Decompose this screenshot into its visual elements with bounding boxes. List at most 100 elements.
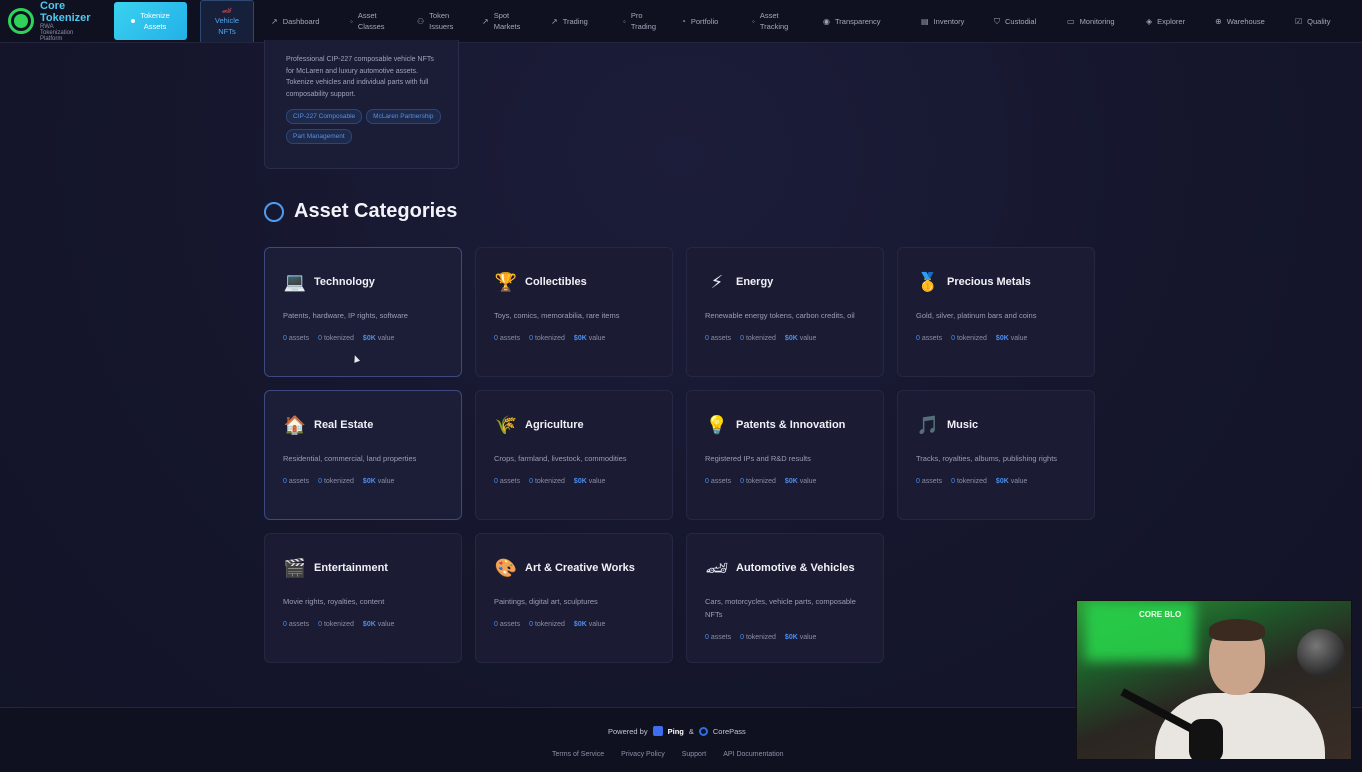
card-stats: 0 assets 0 tokenized $0K value [494, 478, 654, 485]
stat-tokenized: 0 tokenized [951, 335, 987, 342]
footer-link-support[interactable]: Support [682, 751, 707, 758]
card-description: Residential, commercial, land properties [283, 454, 417, 463]
car-icon: 🏎 [221, 5, 233, 15]
card-stats: 0 assets 0 tokenized $0K value [283, 335, 443, 342]
nav-item-explorer[interactable]: ◈ Explorer [1146, 0, 1215, 42]
stat-assets: 0 assets [494, 621, 521, 628]
chart-line-icon: ↗ [271, 16, 278, 26]
card-header: 🏆 Collectibles [494, 272, 654, 292]
nav-item-inventory[interactable]: ▤ Inventory [921, 0, 994, 42]
category-card-music[interactable]: 🎵 Music Tracks, royalties, albums, publish… [897, 390, 1095, 520]
category-card-technology[interactable]: 💻 Technology Patents, hardware, IP rights,… [264, 247, 462, 377]
webcam-sign-text: CORE BLO [1139, 610, 1182, 619]
card-title: Precious Metals [947, 276, 1031, 288]
stat-assets: 0 assets [283, 335, 310, 342]
nav-item-label: Asset Classes [357, 11, 385, 31]
category-card-collectibles[interactable]: 🏆 Collectibles Toys, comics, memorabilia, … [475, 247, 673, 377]
stat-value: $0K value [784, 335, 817, 342]
footer-link-terms-of-service[interactable]: Terms of Service [552, 751, 604, 758]
webcam-person-hair [1209, 619, 1265, 641]
stat-value: $0K value [995, 478, 1028, 485]
card-header: 🎵 Music [916, 415, 1076, 435]
vehicle-tag: McLaren Partnership [366, 109, 441, 124]
category-card-real-estate[interactable]: 🏠 Real Estate Residential, commercial, lan… [264, 390, 462, 520]
category-card-automotive-vehicles[interactable]: 🏎 Automotive & Vehicles Cars, motorcycles,… [686, 533, 884, 663]
brand-name-line1: Core [40, 0, 66, 12]
nav-item-asset-tracking[interactable]: ◦ Asset Tracking [752, 0, 823, 42]
stat-tokenized: 0 tokenized [318, 478, 354, 485]
footer-link-privacy-policy[interactable]: Privacy Policy [621, 751, 665, 758]
category-card-patents-innovation[interactable]: 💡 Patents & Innovation Registered IPs and … [686, 390, 884, 520]
category-card-agriculture[interactable]: 🌾 Agriculture Crops, farmland, livestock, … [475, 390, 673, 520]
check-icon: ☑ [1295, 16, 1303, 26]
category-card-entertainment[interactable]: 🎬 Entertainment Movie rights, royalties, c… [264, 533, 462, 663]
core-logo-icon [8, 8, 34, 34]
stat-assets: 0 assets [705, 634, 732, 641]
nav-item-label: Transparency [834, 16, 881, 26]
nav-item-warehouse[interactable]: ⊕ Warehouse [1215, 0, 1295, 42]
card-stats: 0 assets 0 tokenized $0K value [916, 478, 1076, 485]
stat-value: $0K value [362, 621, 395, 628]
card-stats: 0 assets 0 tokenized $0K value [705, 634, 865, 641]
nav-item-label: Pro Trading [630, 11, 656, 31]
eye-icon: ◉ [823, 16, 830, 26]
partner-ping[interactable]: Ping [668, 727, 684, 736]
stat-assets: 0 assets [283, 478, 310, 485]
nav-item-token-issuers[interactable]: ⚇ Token Issuers [417, 0, 482, 42]
trophy-icon: 🏆 [494, 272, 518, 292]
wheat-icon: 🌾 [494, 415, 518, 435]
partner-corepass[interactable]: CorePass [713, 727, 746, 736]
brand-sub-line3: Platform [40, 36, 63, 42]
tab-vehicle-nfts[interactable]: 🏎 Vehicle NFTs [200, 0, 254, 42]
card-stats: 0 assets 0 tokenized $0K value [494, 335, 654, 342]
nav-item-trading[interactable]: ↗ Trading [551, 0, 623, 42]
card-header: ⚡ Energy [705, 272, 865, 292]
category-card-precious-metals[interactable]: 🥇 Precious Metals Gold, silver, platinum b… [897, 247, 1095, 377]
nav-item-label: Portfolio [690, 16, 719, 26]
brand-name-line2: Tokenizer [40, 12, 91, 24]
stat-value: $0K value [362, 335, 395, 342]
nav-item-custodial[interactable]: ⛉ Custodial [994, 0, 1067, 42]
card-stats: 0 assets 0 tokenized $0K value [916, 335, 1076, 342]
nav-item-pro-trading[interactable]: ◦ Pro Trading [623, 0, 681, 42]
vehicle-description: Professional CIP-227 composable vehicle … [286, 56, 434, 98]
card-title: Music [947, 419, 979, 431]
card-header: 🎨 Art & Creative Works [494, 558, 654, 578]
card-description: Paintings, digital art, sculptures [494, 597, 598, 606]
nav-item-label: Custodial [1005, 16, 1037, 26]
card-title: Real Estate [314, 419, 374, 431]
nav-item-quality[interactable]: ☑ Quality [1295, 0, 1355, 42]
stat-value: $0K value [784, 634, 817, 641]
vehicle-nfts-label-line2: NFTs [218, 26, 236, 36]
brand-text: Core Tokenizer RWA Tokenization Platform [40, 0, 91, 42]
card-stats: 0 assets 0 tokenized $0K value [705, 478, 865, 485]
footer-link-api-documentation[interactable]: API Documentation [723, 751, 783, 758]
stat-tokenized: 0 tokenized [740, 634, 776, 641]
card-header: 🥇 Precious Metals [916, 272, 1076, 292]
card-title: Technology [314, 276, 375, 288]
nav-item-dashboard[interactable]: ↗ Dashboard [271, 0, 350, 42]
nav-item-spot-markets[interactable]: ↗ Spot Markets [482, 0, 551, 42]
nav-item-asset-classes[interactable]: ◦ Asset Classes [350, 0, 417, 42]
stat-tokenized: 0 tokenized [740, 478, 776, 485]
card-description: Crops, farmland, livestock, commodities [494, 454, 627, 463]
category-card-art-creative-works[interactable]: 🎨 Art & Creative Works Paintings, digital … [475, 533, 673, 663]
top-navigation: Core Tokenizer RWA Tokenization Platform… [0, 0, 1362, 43]
card-description: Registered IPs and R&D results [705, 454, 811, 463]
nav-item-portfolio[interactable]: ◔ Portfolio [681, 0, 752, 42]
webcam-microphone [1189, 719, 1223, 759]
stat-tokenized: 0 tokenized [318, 621, 354, 628]
nav-item-monitoring[interactable]: ▭ Monitoring [1067, 0, 1146, 42]
category-card-energy[interactable]: ⚡ Energy Renewable energy tokens, carbon c… [686, 247, 884, 377]
webcam-overlay: CORE BLO [1076, 600, 1352, 760]
brand[interactable]: Core Tokenizer RWA Tokenization Platform [0, 0, 112, 42]
vehicle-tag: Part Management [286, 129, 352, 144]
section-title: Asset Categories [294, 200, 458, 222]
music-note-icon: 🎵 [916, 415, 940, 435]
card-title: Collectibles [525, 276, 587, 288]
tokenize-assets-button[interactable]: Tokenize Assets [114, 2, 187, 40]
nav-item-transparency[interactable]: ◉ Transparency [823, 0, 921, 42]
trend-icon: ↗ [482, 16, 489, 26]
stat-tokenized: 0 tokenized [740, 335, 776, 342]
card-description: Toys, comics, memorabilia, rare items [494, 311, 620, 320]
